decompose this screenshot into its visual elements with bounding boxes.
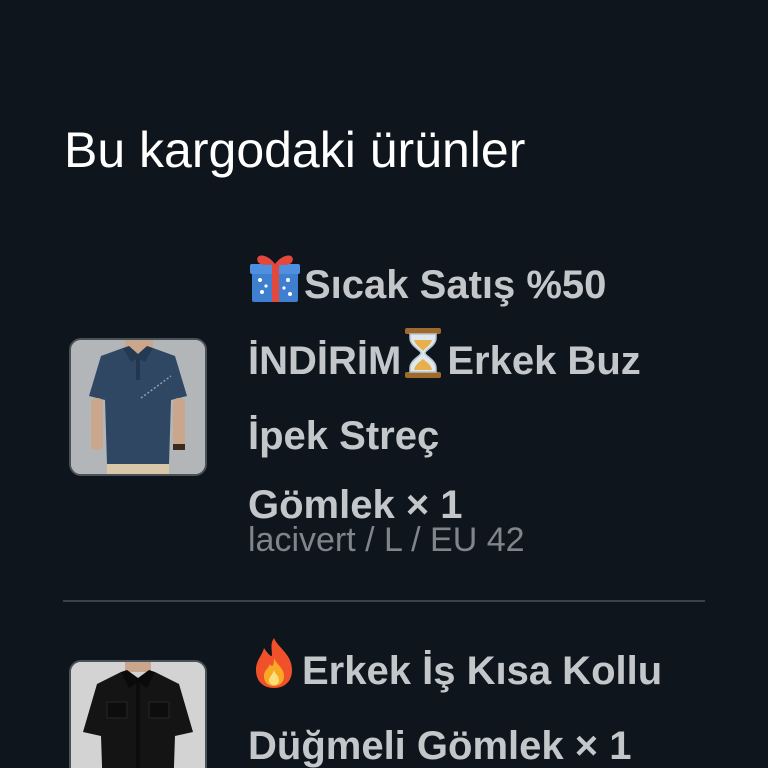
shipment-item[interactable]: Sıcak Satış %50 İNDİRİM Erkek Buz İpek St… — [0, 250, 768, 570]
title-text-1: Sıcak Satış %50 — [304, 263, 607, 307]
navy-polo-shirt-image — [71, 340, 205, 474]
product-variant: lacivert / L / EU 42 — [248, 521, 525, 559]
title-line-1: Erkek İş Kısa Kollu — [248, 636, 718, 712]
title-line-3: İpek Streç — [248, 402, 718, 471]
title-line-2: İNDİRİM Erkek Buz — [248, 326, 718, 402]
title-text-2: Düğmeli Gömlek × 1 — [248, 724, 632, 768]
section-title: Bu kargodaki ürünler — [64, 122, 526, 178]
product-thumbnail-navy-polo[interactable] — [69, 338, 207, 476]
title-text-1: Erkek İş Kısa Kollu — [302, 649, 663, 693]
shipment-item[interactable]: Erkek İş Kısa Kollu Düğmeli Gömlek × 1 — [0, 636, 768, 768]
title-text-3: Erkek Buz — [447, 339, 641, 383]
product-title[interactable]: Sıcak Satış %50 İNDİRİM Erkek Buz İpek St… — [248, 250, 718, 540]
title-text-4: İpek Streç — [248, 414, 440, 458]
fire-icon — [248, 636, 300, 712]
black-button-shirt-image — [71, 662, 205, 768]
title-text-2: İNDİRİM — [248, 339, 402, 383]
title-line-1: Sıcak Satış %50 — [248, 250, 718, 326]
item-divider — [63, 600, 705, 602]
gift-icon — [248, 250, 302, 326]
product-title[interactable]: Erkek İş Kısa Kollu Düğmeli Gömlek × 1 — [248, 636, 718, 768]
product-thumbnail-black-shirt[interactable] — [69, 660, 207, 768]
hourglass-icon — [401, 326, 445, 402]
title-line-2: Düğmeli Gömlek × 1 — [248, 712, 718, 768]
